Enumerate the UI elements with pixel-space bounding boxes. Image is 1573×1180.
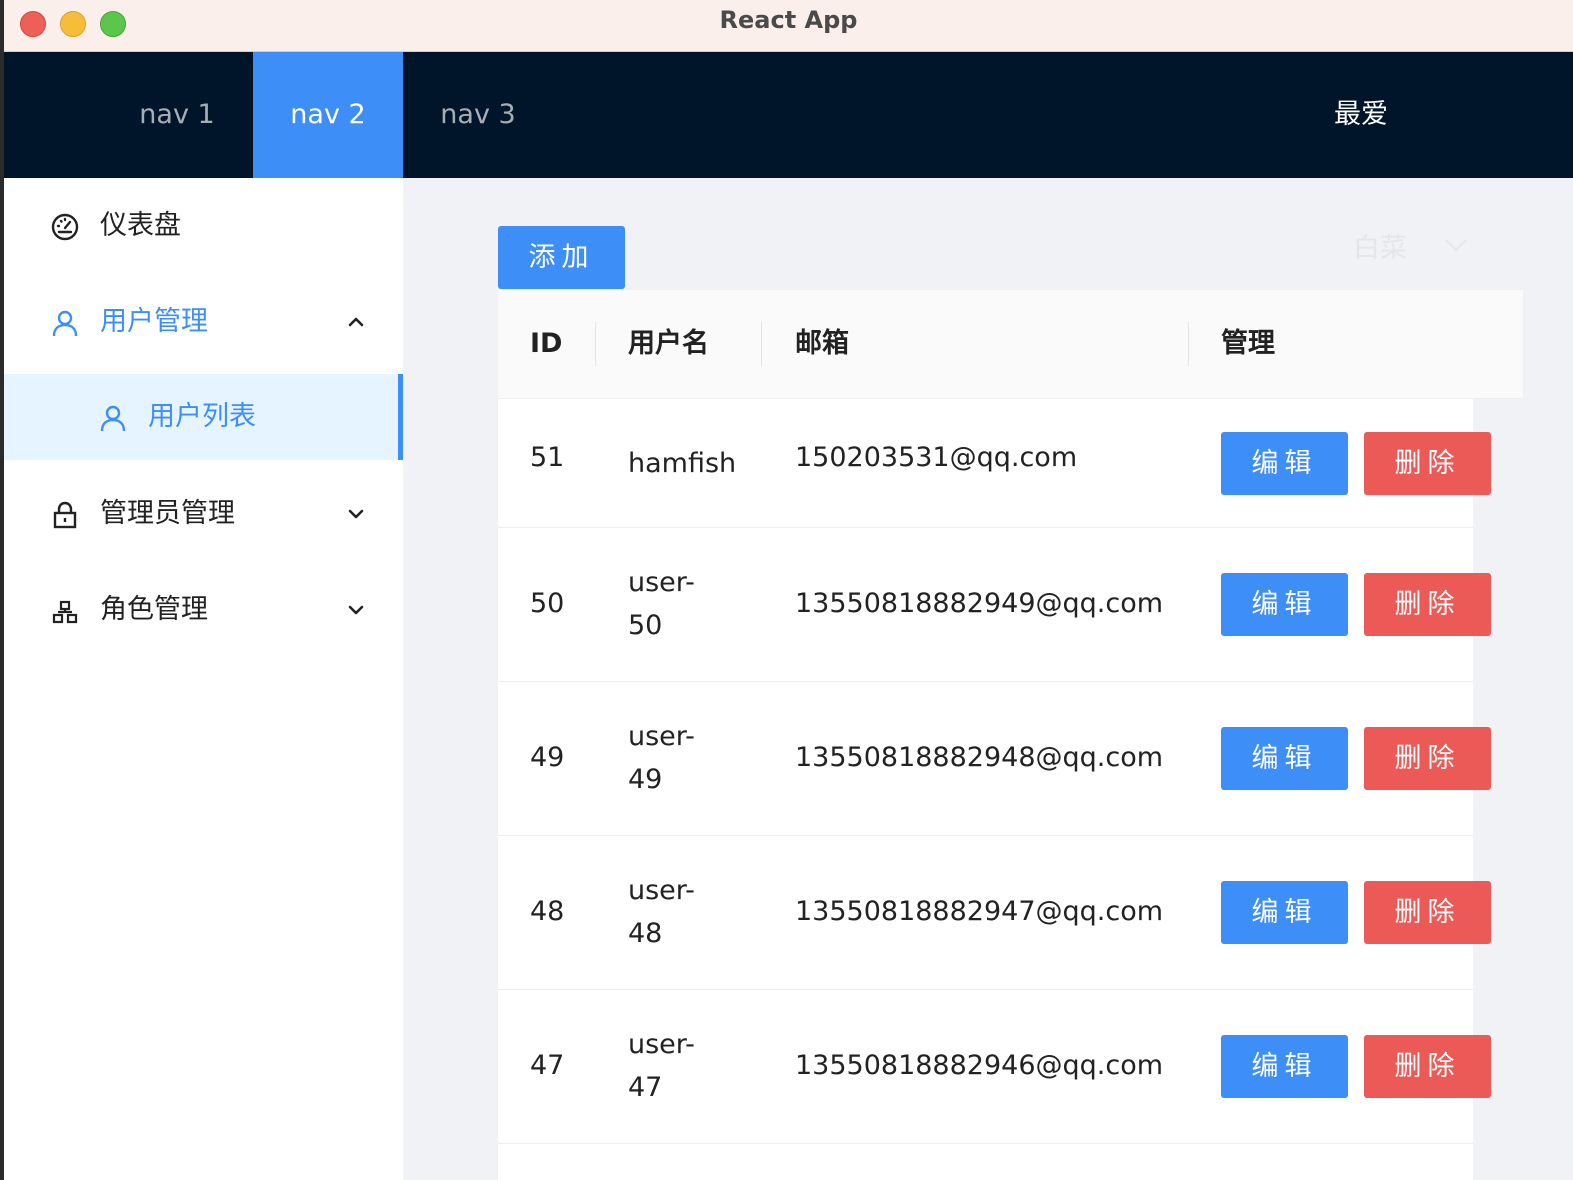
column-divider [1188,322,1189,366]
nav-item-1[interactable]: nav 1 [102,52,252,178]
column-divider [761,322,762,366]
main-content: 添加 白菜 ID 用户名 邮箱 管理 51 hamfish 150203531@… [403,178,1573,1180]
sidebar: 仪表盘 用户管理 用户列表 管理员管理 角色管理 [4,178,403,1180]
username-line: hamfish [628,448,737,479]
add-button[interactable]: 添加 [498,226,625,289]
sidebar-item-label: 管理员管理 [100,498,235,529]
column-header-actions: 管理 [1221,328,1275,359]
table-row-partial [498,1144,1473,1180]
lock-icon [53,501,77,529]
cell-id: 50 [530,588,565,619]
cell-username: user- 47 [628,1023,695,1109]
top-nav: nav 1 nav 2 nav 3 最爱 [4,52,1573,178]
table-body: 51 hamfish 150203531@qq.com 编辑 删除 50 use… [498,399,1491,1180]
column-header-email: 邮箱 [795,328,849,359]
dashboard-icon [51,213,79,241]
cell-email: 13550818882946@qq.com [795,1050,1164,1081]
title-bar: React App [4,0,1573,52]
cell-email: 13550818882949@qq.com [795,588,1164,619]
cell-email: 150203531@qq.com [795,442,1078,473]
username-line: user- [628,721,695,752]
cell-id: 48 [530,896,565,927]
sidebar-item-admin-management[interactable]: 管理员管理 [4,471,403,557]
chevron-down-icon [1445,239,1467,252]
column-header-username: 用户名 [628,328,709,359]
sidebar-item-role-management[interactable]: 角色管理 [4,567,403,653]
user-icon [52,310,78,337]
edit-button[interactable]: 编辑 [1221,432,1348,495]
filter-dropdown[interactable]: 白菜 [1353,226,1473,266]
sidebar-item-label: 用户管理 [100,306,208,337]
edit-button[interactable]: 编辑 [1221,573,1348,636]
sidebar-subitem-user-list[interactable]: 用户列表 [4,374,403,460]
delete-button[interactable]: 删除 [1364,432,1491,495]
username-line: user- [628,875,695,906]
sidebar-item-label: 角色管理 [100,594,208,625]
chevron-up-icon [348,317,364,327]
column-divider [595,322,596,366]
edit-button[interactable]: 编辑 [1221,881,1348,944]
delete-button[interactable]: 删除 [1364,881,1491,944]
delete-button[interactable]: 删除 [1364,1035,1491,1098]
cell-id: 47 [530,1050,565,1081]
delete-button[interactable]: 删除 [1364,727,1491,790]
cell-id: 51 [530,442,565,473]
window-title: React App [719,6,858,34]
sidebar-item-dashboard[interactable]: 仪表盘 [4,183,403,269]
cell-username: user- 50 [628,561,695,647]
cell-email: 13550818882947@qq.com [795,896,1164,927]
sidebar-item-user-management[interactable]: 用户管理 [4,279,403,365]
app-window: React App nav 1 nav 2 nav 3 最爱 仪表盘 用户管理 [4,0,1573,1180]
username-line: 49 [628,764,663,795]
table-row: 51 hamfish 150203531@qq.com 编辑 删除 [498,399,1491,528]
nav-favorite[interactable]: 最爱 [1334,52,1388,178]
table-row: 47 user- 47 13550818882946@qq.com 编辑 删除 [498,990,1491,1144]
user-table: ID 用户名 邮箱 管理 51 hamfish 150203531@qq.com… [498,290,1523,1180]
user-icon [100,405,126,432]
table-row: 49 user- 49 13550818882948@qq.com 编辑 删除 [498,682,1491,836]
username-line: 47 [628,1072,663,1103]
dropdown-value: 白菜 [1353,233,1407,264]
delete-button[interactable]: 删除 [1364,573,1491,636]
sidebar-item-label: 仪表盘 [100,210,181,241]
table-row: 48 user- 48 13550818882947@qq.com 编辑 删除 [498,836,1491,990]
nav-item-2[interactable]: nav 2 [253,52,403,178]
chevron-down-icon [348,605,364,615]
sidebar-subitem-label: 用户列表 [148,401,256,432]
cell-email: 13550818882948@qq.com [795,742,1164,773]
edit-button[interactable]: 编辑 [1221,1035,1348,1098]
cell-id: 49 [530,742,565,773]
cell-username: user- 49 [628,715,695,801]
nav-item-3[interactable]: nav 3 [403,52,553,178]
edit-button[interactable]: 编辑 [1221,727,1348,790]
username-line: user- [628,1029,695,1060]
column-header-id: ID [530,328,563,359]
username-line: user- [628,567,695,598]
chevron-down-icon [348,509,364,519]
cell-username: hamfish [628,442,736,485]
username-line: 48 [628,918,663,949]
table-header: ID 用户名 邮箱 管理 [498,290,1523,399]
username-line: 50 [628,610,663,641]
cluster-icon [52,600,78,624]
table-row: 50 user- 50 13550818882949@qq.com 编辑 删除 [498,528,1491,682]
cell-username: user- 48 [628,869,695,955]
